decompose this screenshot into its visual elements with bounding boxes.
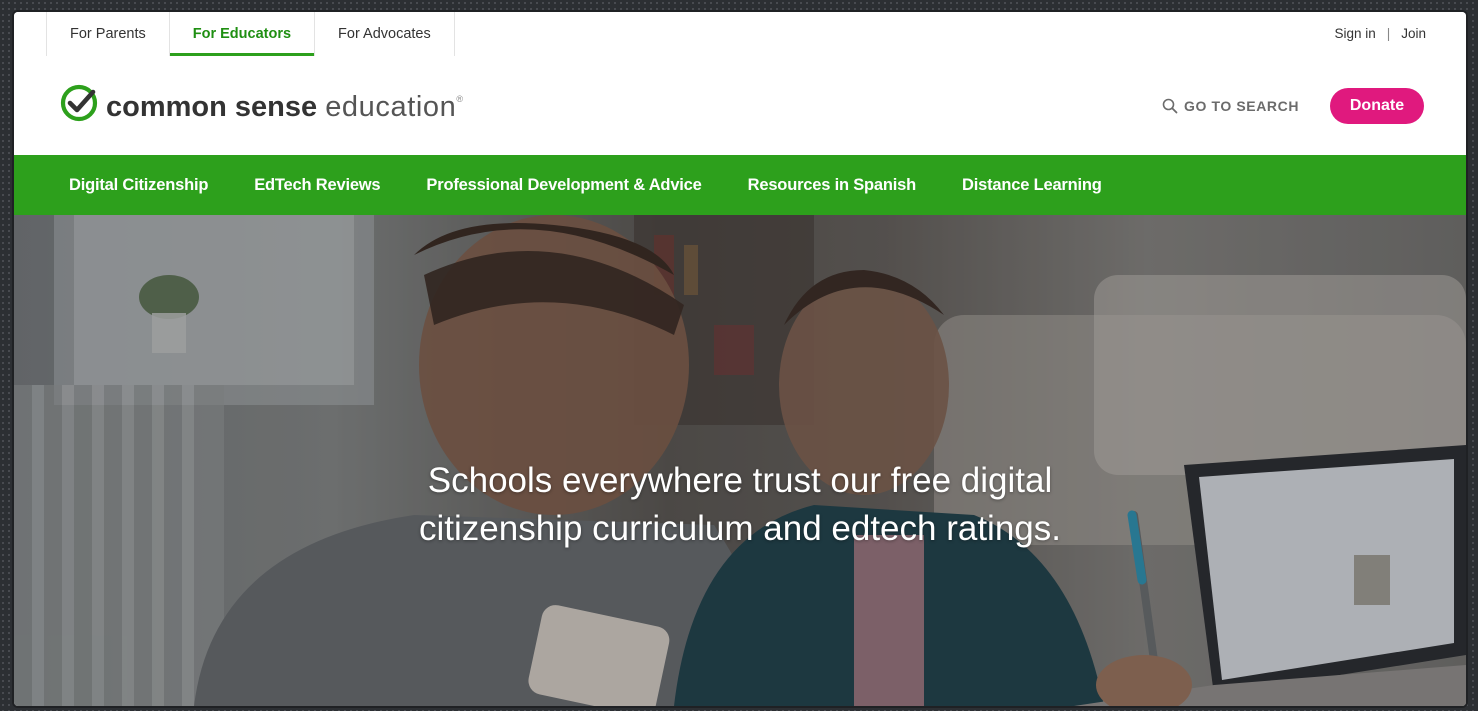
checkmark-circle-icon [60, 84, 98, 122]
hero-headline-line-2: citizenship curriculum and edtech rating… [419, 509, 1061, 548]
account-separator: | [1386, 26, 1391, 41]
tab-for-educators[interactable]: For Educators [168, 12, 315, 56]
tab-for-parents[interactable]: For Parents [46, 12, 169, 56]
sign-in-link[interactable]: Sign in [1334, 12, 1375, 56]
logo-wordmark-light: education [325, 91, 457, 123]
account-links: Sign in | Join [1334, 12, 1426, 56]
main-navigation: Digital Citizenship EdTech Reviews Profe… [14, 155, 1466, 215]
audience-tabs: For Parents For Educators For Advocates [46, 12, 455, 56]
hero-headline: Schools everywhere trust our free digita… [14, 457, 1466, 553]
nav-distance-learning[interactable]: Distance Learning [939, 176, 1125, 195]
site-header: common sense education® GO TO SEARCH Don… [14, 56, 1466, 155]
logo-wordmark-bold: common sense [106, 91, 318, 123]
join-link[interactable]: Join [1401, 12, 1426, 56]
nav-professional-development[interactable]: Professional Development & Advice [403, 176, 724, 195]
donate-button[interactable]: Donate [1330, 88, 1424, 124]
logo-wordmark: common sense education® [106, 82, 463, 124]
site-logo[interactable]: common sense education® [60, 82, 463, 124]
search-label: GO TO SEARCH [1184, 98, 1300, 114]
nav-digital-citizenship[interactable]: Digital Citizenship [14, 176, 231, 195]
registered-mark: ® [456, 94, 464, 104]
browser-page: For Parents For Educators For Advocates … [14, 12, 1466, 706]
nav-edtech-reviews[interactable]: EdTech Reviews [231, 176, 403, 195]
tab-for-advocates[interactable]: For Advocates [314, 12, 455, 56]
nav-resources-in-spanish[interactable]: Resources in Spanish [725, 176, 939, 195]
hero-headline-line-1: Schools everywhere trust our free digita… [427, 461, 1053, 500]
hero-banner: Schools everywhere trust our free digita… [14, 215, 1466, 706]
utility-bar: For Parents For Educators For Advocates … [14, 12, 1466, 57]
search-icon [1162, 98, 1178, 114]
go-to-search-link[interactable]: GO TO SEARCH [1162, 96, 1299, 116]
